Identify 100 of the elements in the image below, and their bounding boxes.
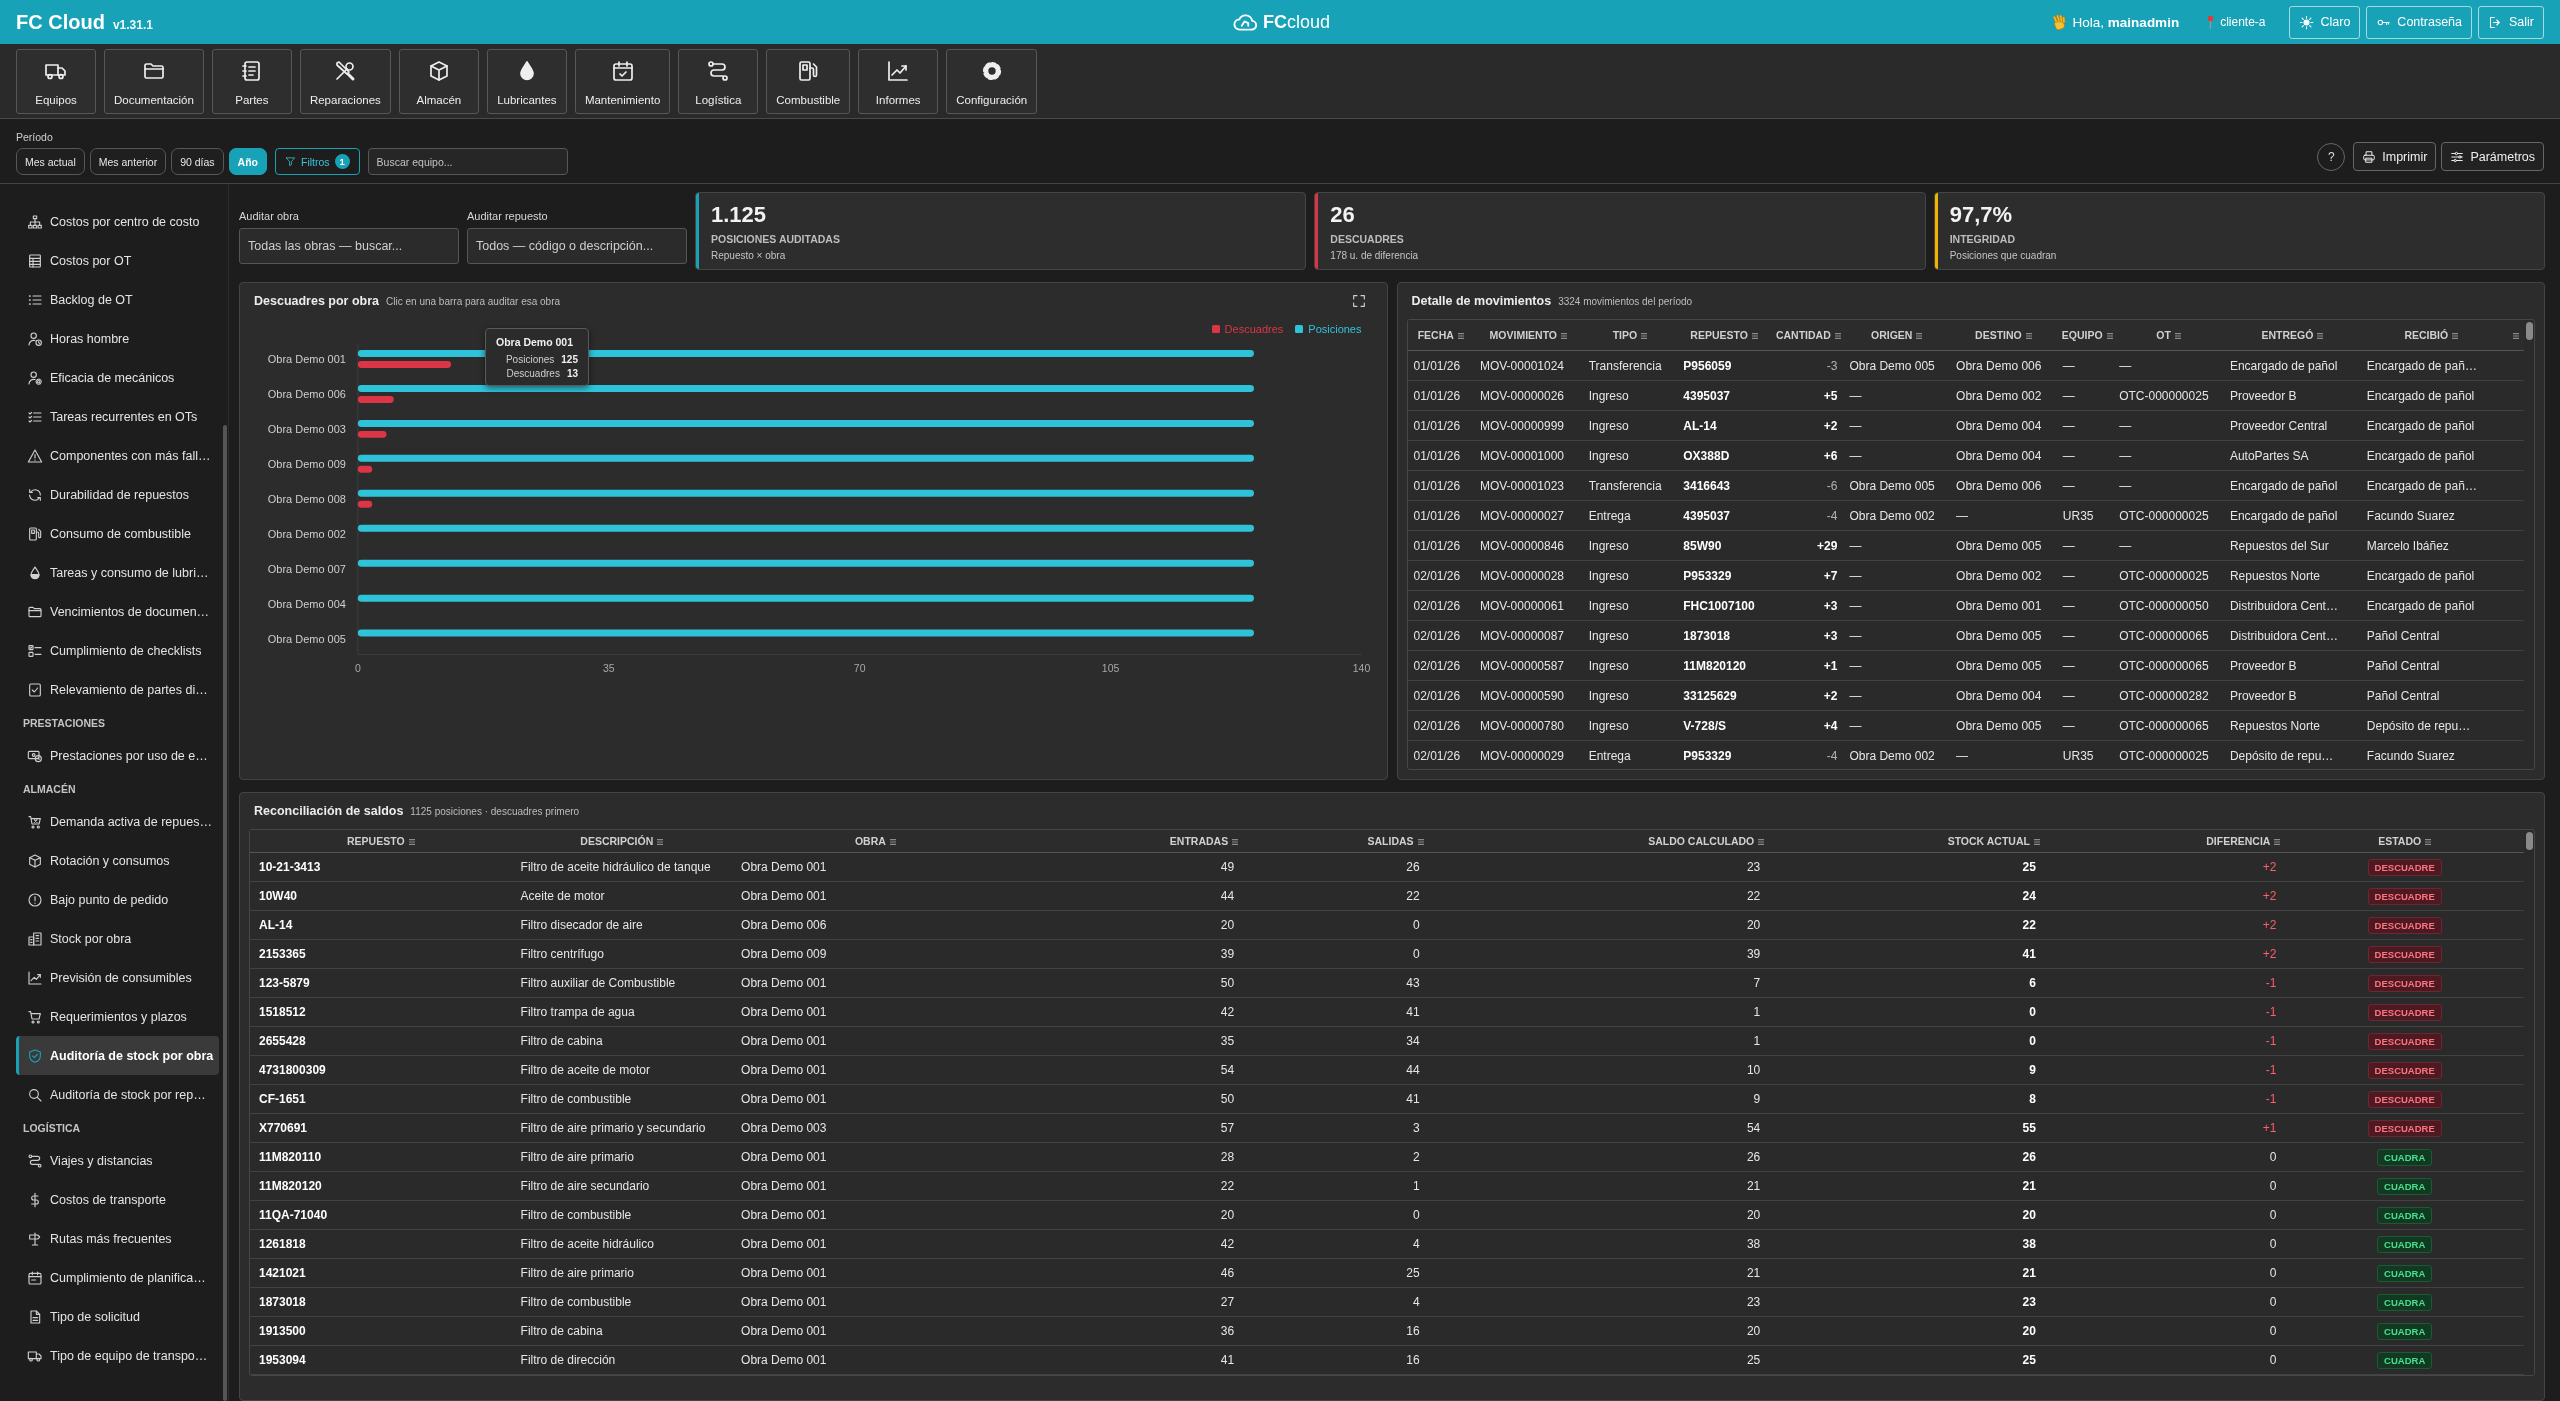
chart-bar[interactable]	[357, 384, 1254, 392]
sidebar-item[interactable]: Costos por OT	[16, 241, 219, 280]
table-cell: +5	[1770, 380, 1844, 411]
sidebar-item[interactable]: Cumplimiento de planifica…	[16, 1258, 219, 1297]
expand-button[interactable]	[1350, 293, 1367, 309]
table-cell: Encargado de pañol	[2223, 470, 2361, 501]
sidebar-item[interactable]: Viajes y distancias	[16, 1141, 219, 1180]
stat-note: Posiciones que cuadran	[1949, 249, 2057, 261]
chart-bar[interactable]	[357, 489, 1254, 497]
warning-icon	[27, 447, 43, 464]
table-cell: 42	[1018, 997, 1244, 1027]
search-field[interactable]: Buscar equipo...	[367, 148, 568, 175]
sidebar-item[interactable]: Durabilidad de repuestos	[16, 475, 219, 514]
table-cell: Encargado de pañol	[2360, 380, 2502, 411]
sidebar-item[interactable]: Costos por centro de costo	[16, 202, 219, 241]
table-cell: —	[2056, 560, 2114, 591]
toolbar-button[interactable]: Imprimir	[2353, 142, 2437, 171]
sidebar-item[interactable]: Componentes con más fall…	[16, 436, 219, 475]
sidebar-item[interactable]: Horas hombre	[16, 319, 219, 358]
table-cell: Encargado de pañol	[2360, 590, 2502, 621]
table-cell: —	[2113, 470, 2224, 501]
tick-label: 35	[602, 662, 615, 674]
sidebar-item[interactable]: Vencimientos de documen…	[16, 592, 219, 631]
chart-bar[interactable]	[357, 419, 1254, 427]
module-button[interactable]: Mantenimiento	[574, 48, 671, 114]
sidebar-item[interactable]: Tareas y consumo de lubri…	[16, 553, 219, 592]
period-button[interactable]: Mes anterior	[89, 148, 167, 175]
module-button[interactable]: Combustible	[766, 48, 851, 114]
module-button[interactable]: Documentación	[104, 48, 204, 114]
module-button[interactable]: Partes	[211, 48, 292, 114]
sidebar-item[interactable]: Previsión de consumibles	[16, 958, 219, 997]
module-button[interactable]: Logística	[678, 48, 759, 114]
scrollbar-thumb[interactable]	[2526, 322, 2533, 340]
table-cell: 21	[1769, 1171, 2045, 1201]
chart-bar[interactable]	[357, 360, 452, 368]
sidebar-item[interactable]: Tipo de equipo de transpo…	[16, 1336, 219, 1375]
period-button[interactable]: 90 días	[171, 148, 224, 175]
table-cell: 28	[1018, 1142, 1244, 1172]
table-cell: 01/01/26	[1407, 470, 1474, 501]
sidebar-item[interactable]: Backlog de OT	[16, 280, 219, 319]
chart-bar[interactable]	[357, 594, 1254, 602]
table-cell: Obra Demo 006	[732, 910, 1019, 940]
chart-bar[interactable]	[357, 559, 1254, 567]
category-label: Obra Demo 003	[267, 422, 346, 435]
column-header[interactable]: FECHA	[1407, 320, 1474, 351]
sidebar-item[interactable]: Auditoría de stock por rep…	[16, 1075, 219, 1114]
select-field[interactable]: Todas las obras — buscar...	[239, 228, 459, 264]
table-cell: 10W40	[250, 881, 512, 911]
table-cell: —	[1843, 650, 1951, 681]
module-button[interactable]: Equipos	[16, 48, 96, 114]
column-header[interactable]: REPUESTO	[250, 830, 512, 853]
sidebar-item[interactable]: Rotación y consumos	[16, 841, 219, 880]
table-cell: 9	[1428, 1084, 1770, 1114]
sidebar-item[interactable]: Requerimientos y plazos	[16, 997, 219, 1036]
sidebar-item[interactable]: Cumplimiento de checklists	[16, 631, 219, 670]
table-cell: Filtro de aceite hidráulico de tanque	[511, 852, 733, 882]
table-cell: MOV-00000028	[1473, 560, 1583, 591]
table-cell: 54	[1428, 1113, 1770, 1143]
sort-icon	[2174, 333, 2181, 340]
table-cell: 22	[1243, 881, 1429, 911]
chart-bar[interactable]	[357, 524, 1254, 532]
module-button[interactable]: Almacén	[398, 48, 479, 114]
chart-bar[interactable]	[357, 500, 373, 508]
table-cell: +2	[2044, 939, 2286, 969]
scrollbar-thumb[interactable]	[223, 425, 227, 1401]
panel-title: Reconciliación de saldos	[254, 804, 404, 818]
table-cell: —	[2056, 530, 2114, 561]
table-cell: 1	[1428, 1026, 1770, 1056]
sidebar-item[interactable]: Bajo punto de pedido	[16, 880, 219, 919]
sidebar-item[interactable]: Tipo de solicitud	[16, 1297, 219, 1336]
chart-bar[interactable]	[357, 430, 387, 438]
chart-bar[interactable]	[357, 395, 394, 403]
table-cell: 25	[1243, 1258, 1429, 1288]
scrollbar-thumb[interactable]	[2526, 832, 2533, 850]
sidebar-item[interactable]: Demanda activa de repues…	[16, 802, 219, 841]
sidebar-item[interactable]: Tareas recurrentes en OTs	[16, 397, 219, 436]
table-cell: 2153365	[250, 939, 512, 969]
module-button[interactable]: Configuración	[946, 48, 1038, 114]
sidebar-item[interactable]: Costos de transporte	[16, 1180, 219, 1219]
table-cell: 20	[1428, 1316, 1770, 1346]
filter-button[interactable]: Filtros 1	[275, 148, 360, 175]
tooltip-label: Posiciones	[505, 354, 555, 365]
sidebar-item[interactable]: Stock por obra	[16, 919, 219, 958]
table-cell: +4	[1770, 710, 1844, 741]
chart-bar[interactable]	[357, 454, 1254, 462]
toolbar-button[interactable]: Parámetros	[2441, 142, 2544, 171]
sidebar-item[interactable]: Eficacia de mecánicos	[16, 358, 219, 397]
sidebar-item[interactable]: Auditoría de stock por obra	[16, 1036, 219, 1075]
module-button[interactable]: Lubricantes	[486, 48, 567, 114]
sidebar-item[interactable]: Rutas más frecuentes	[16, 1219, 219, 1258]
table-cell: 1913500	[250, 1316, 512, 1346]
sidebar-item[interactable]: Prestaciones por uso de e…	[16, 736, 219, 775]
module-button[interactable]: Informes	[858, 48, 939, 114]
select-field[interactable]: Todos — código o descripción...	[467, 228, 687, 264]
module-button[interactable]: Reparaciones	[299, 48, 391, 114]
sidebar-item[interactable]: Relevamiento de partes di…	[16, 670, 219, 709]
chart-bar[interactable]	[357, 465, 373, 473]
period-button[interactable]: Mes actual	[16, 148, 85, 175]
sidebar-item[interactable]: Consumo de combustible	[16, 514, 219, 553]
table-cell: 16	[1243, 1316, 1429, 1346]
